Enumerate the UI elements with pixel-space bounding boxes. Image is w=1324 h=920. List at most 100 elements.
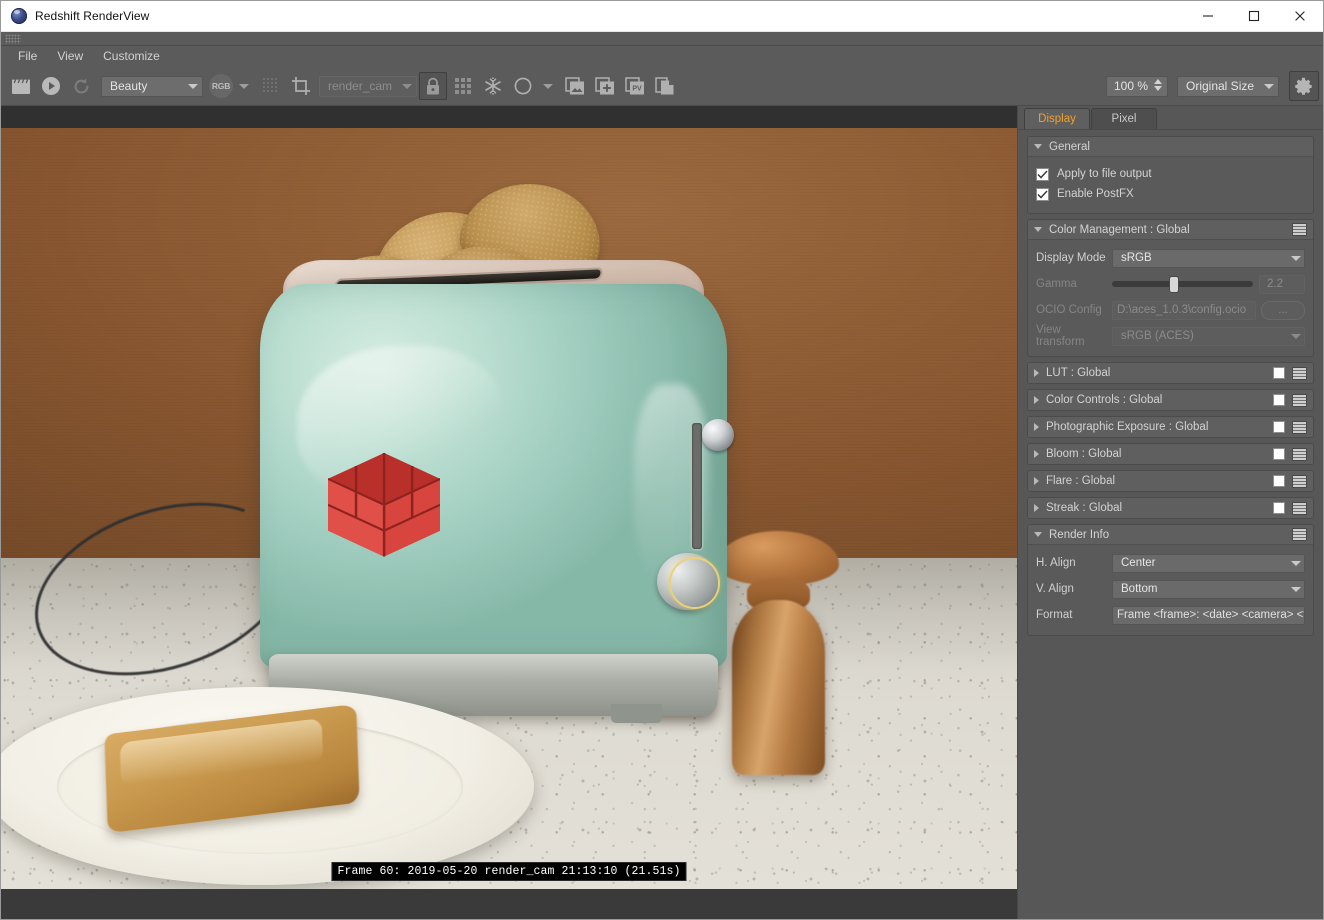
pv-badge-icon[interactable]: PV bbox=[621, 72, 649, 100]
camera-value: render_cam bbox=[328, 79, 393, 93]
group-color-management-header[interactable]: Color Management : Global bbox=[1028, 220, 1313, 240]
hamburger-menu-icon[interactable] bbox=[1292, 366, 1307, 380]
redshift-cube-logo-icon bbox=[327, 453, 440, 557]
row-gamma: Gamma 2.2 bbox=[1036, 273, 1305, 295]
tab-pixel[interactable]: Pixel bbox=[1091, 108, 1157, 129]
chevron-right-icon[interactable] bbox=[1034, 423, 1039, 431]
close-button[interactable] bbox=[1277, 1, 1323, 31]
grid-icon[interactable] bbox=[449, 72, 477, 100]
input-format[interactable]: Frame <frame>: <date> <camera> <tim bbox=[1112, 605, 1305, 625]
group-photographic-exposure-header[interactable]: Photographic Exposure : Global bbox=[1028, 417, 1313, 437]
panel-scroll-area[interactable]: General Apply to file output Enable Post… bbox=[1018, 130, 1323, 919]
chevron-down-icon bbox=[188, 83, 198, 89]
chevron-right-icon[interactable] bbox=[1034, 396, 1039, 404]
browse-ocio-config-button[interactable]: ... bbox=[1261, 300, 1305, 320]
aov-select[interactable]: Beauty bbox=[101, 75, 203, 97]
zoom-level-input[interactable]: 100 % bbox=[1106, 75, 1168, 97]
zoom-stepper[interactable] bbox=[1154, 78, 1162, 91]
select-h-align[interactable]: Center bbox=[1112, 553, 1305, 573]
group-render-info-title: Render Info bbox=[1049, 528, 1110, 541]
circle-icon[interactable] bbox=[509, 72, 537, 100]
group-render-info-body: H. Align Center V. Align Bottom Format F… bbox=[1028, 545, 1313, 635]
minimize-button[interactable] bbox=[1185, 1, 1231, 31]
hamburger-menu-icon[interactable] bbox=[1292, 501, 1307, 515]
chevron-down-icon[interactable] bbox=[1034, 532, 1042, 537]
input-gamma-value[interactable]: 2.2 bbox=[1259, 274, 1305, 294]
group-render-info-header[interactable]: Render Info bbox=[1028, 525, 1313, 545]
checkbox-apply-to-file-output[interactable] bbox=[1036, 167, 1049, 181]
group-streak-header[interactable]: Streak : Global bbox=[1028, 498, 1313, 518]
hamburger-menu-icon[interactable] bbox=[1292, 528, 1307, 541]
play-icon[interactable] bbox=[37, 72, 65, 100]
chevron-right-icon[interactable] bbox=[1034, 477, 1039, 485]
input-ocio-config[interactable]: D:\aces_1.0.3\config.ocio bbox=[1112, 300, 1256, 320]
checkbox-bloom-enable[interactable] bbox=[1273, 448, 1285, 460]
add-image-icon[interactable] bbox=[591, 72, 619, 100]
clapperboard-icon[interactable] bbox=[7, 72, 35, 100]
lock-icon[interactable] bbox=[419, 72, 447, 100]
hamburger-menu-icon[interactable] bbox=[1292, 420, 1307, 434]
toolbar-drag-handle[interactable] bbox=[1, 32, 1323, 46]
refresh-icon[interactable] bbox=[67, 72, 95, 100]
channel-rgb-button[interactable]: RGB bbox=[209, 74, 233, 98]
value-h-align: Center bbox=[1121, 557, 1156, 569]
crop-region-icon[interactable] bbox=[287, 72, 315, 100]
menu-file[interactable]: File bbox=[9, 47, 46, 66]
chevron-right-icon[interactable] bbox=[1034, 504, 1039, 512]
channel-chevron-down-icon[interactable] bbox=[239, 83, 249, 89]
select-v-align[interactable]: Bottom bbox=[1112, 579, 1305, 599]
checkbox-color-controls-enable[interactable] bbox=[1273, 394, 1285, 406]
tab-display[interactable]: Display bbox=[1024, 108, 1090, 129]
checkbox-row-enable-postfx[interactable]: Enable PostFX bbox=[1036, 184, 1305, 204]
group-flare-header[interactable]: Flare : Global bbox=[1028, 471, 1313, 491]
image-size-select[interactable]: Original Size bbox=[1177, 75, 1279, 97]
display-settings-panel: Display Pixel General Apply to file outp… bbox=[1018, 106, 1323, 919]
label-v-align: V. Align bbox=[1036, 583, 1074, 595]
render-frame-info-overlay: Frame 60: 2019-05-20 render_cam 21:13:10… bbox=[331, 862, 687, 881]
slider-thumb[interactable] bbox=[1169, 276, 1178, 292]
group-lut-header[interactable]: LUT : Global bbox=[1028, 363, 1313, 383]
menu-customize[interactable]: Customize bbox=[94, 47, 169, 66]
circle-chevron-down-icon[interactable] bbox=[543, 83, 553, 89]
group-bloom-header[interactable]: Bloom : Global bbox=[1028, 444, 1313, 464]
chevron-right-icon[interactable] bbox=[1034, 450, 1039, 458]
group-general-body: Apply to file output Enable PostFX bbox=[1028, 157, 1313, 213]
row-ocio-config: OCIO Config D:\aces_1.0.3\config.ocio ..… bbox=[1036, 299, 1305, 321]
alpha-grid-icon[interactable] bbox=[257, 72, 285, 100]
camera-select[interactable]: render_cam bbox=[319, 75, 417, 97]
checkbox-photographic-exposure-enable[interactable] bbox=[1273, 421, 1285, 433]
checkbox-lut-enable[interactable] bbox=[1273, 367, 1285, 379]
menu-view[interactable]: View bbox=[48, 47, 92, 66]
select-display-mode[interactable]: sRGB bbox=[1112, 248, 1305, 268]
slider-gamma[interactable] bbox=[1112, 275, 1253, 294]
select-view-transform[interactable]: sRGB (ACES) bbox=[1112, 326, 1305, 346]
group-general-header[interactable]: General bbox=[1028, 137, 1313, 157]
maximize-button[interactable] bbox=[1231, 1, 1277, 31]
settings-gear-button[interactable] bbox=[1289, 71, 1319, 101]
checkbox-flare-enable[interactable] bbox=[1273, 475, 1285, 487]
chevron-down-icon[interactable] bbox=[1034, 227, 1042, 232]
hamburger-menu-icon[interactable] bbox=[1292, 474, 1307, 488]
label-display-mode: Display Mode bbox=[1036, 252, 1106, 264]
checkbox-streak-enable[interactable] bbox=[1273, 502, 1285, 514]
rendered-image[interactable]: Frame 60: 2019-05-20 render_cam 21:13:10… bbox=[1, 128, 1017, 889]
group-bloom-title: Bloom : Global bbox=[1046, 448, 1122, 460]
aov-value: Beauty bbox=[110, 79, 148, 93]
checkbox-enable-postfx[interactable] bbox=[1036, 187, 1049, 201]
chevron-down-icon[interactable] bbox=[1034, 144, 1042, 149]
chevron-down-icon bbox=[1264, 83, 1274, 89]
group-color-controls-header[interactable]: Color Controls : Global bbox=[1028, 390, 1313, 410]
snapshot-freeze-icon[interactable] bbox=[479, 72, 507, 100]
window-title: Redshift RenderView bbox=[35, 9, 150, 23]
checkbox-row-apply-to-file-output[interactable]: Apply to file output bbox=[1036, 164, 1305, 184]
chevron-right-icon[interactable] bbox=[1034, 369, 1039, 377]
copy-page-icon[interactable] bbox=[651, 72, 679, 100]
main-body: Frame 60: 2019-05-20 render_cam 21:13:10… bbox=[1, 106, 1323, 919]
hamburger-menu-icon[interactable] bbox=[1292, 393, 1307, 407]
grip-dots-icon bbox=[5, 33, 21, 44]
hamburger-menu-icon[interactable] bbox=[1292, 447, 1307, 461]
image-stack-icon[interactable] bbox=[561, 72, 589, 100]
hamburger-menu-icon[interactable] bbox=[1292, 223, 1307, 236]
group-photographic-exposure-title: Photographic Exposure : Global bbox=[1046, 421, 1209, 433]
group-general-title: General bbox=[1049, 140, 1090, 153]
